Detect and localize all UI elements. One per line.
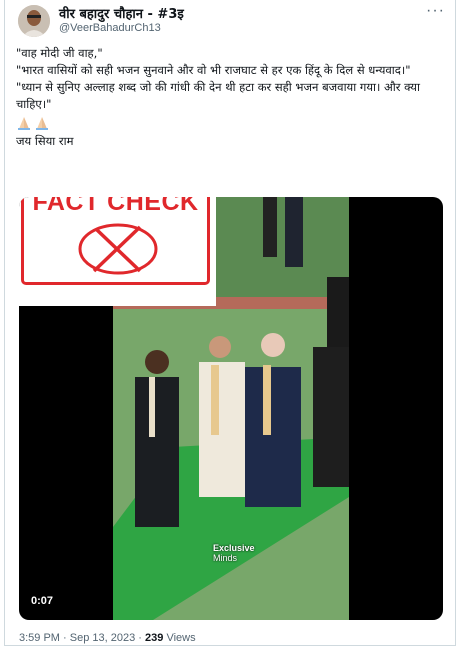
cross-mark-icon (78, 223, 158, 275)
meta-separator-2: · (138, 632, 142, 644)
tweet-date[interactable]: Sep 13, 2023 (70, 632, 135, 644)
tweet-closing: जय सिया राम (16, 134, 74, 148)
tweet-line-2: "भारत वासियों को सही भजन सुनवाने और वो भ… (16, 63, 411, 77)
watermark-line-2: Minds (213, 553, 238, 563)
watermark-line-1: Exclusive (213, 543, 255, 553)
fact-check-label: FACT CHECK (32, 197, 199, 216)
author-handle[interactable]: @VeerBahadurCh13 (59, 22, 161, 34)
tweet-card: वीर बहादुर चौहान - #3इ @VeerBahadurCh13 … (4, 0, 456, 646)
video-player[interactable]: Exclusive Minds FACT CHECK 0:07 (19, 197, 443, 620)
video-watermark: Exclusive Minds (213, 543, 255, 563)
folded-hands-icon (18, 117, 30, 130)
author-name[interactable]: वीर बहादुर चौहान - #3इ (59, 4, 184, 22)
emoji-row (16, 113, 446, 133)
fact-check-border: FACT CHECK (21, 197, 210, 285)
folded-hands-icon (36, 117, 48, 130)
video-duration: 0:07 (31, 595, 54, 607)
more-options-icon[interactable]: ··· (426, 2, 445, 20)
meta-separator: · (63, 632, 67, 644)
tweet-line-3: "ध्यान से सुनिए अल्लाह शब्द जो की गांधी … (16, 80, 424, 111)
views-label: Views (166, 632, 196, 644)
views-count: 239 (145, 632, 164, 644)
tweet-text: "वाह मोदी जी वाह," "भारत वासियों को सही … (16, 45, 446, 150)
avatar[interactable] (18, 5, 50, 37)
tweet-meta: 3:59 PM · Sep 13, 2023 · 239 Views (19, 632, 196, 644)
fact-check-stamp: FACT CHECK (19, 197, 216, 306)
tweet-time[interactable]: 3:59 PM (19, 632, 60, 644)
tweet-line-1: "वाह मोदी जी वाह," (16, 46, 103, 60)
